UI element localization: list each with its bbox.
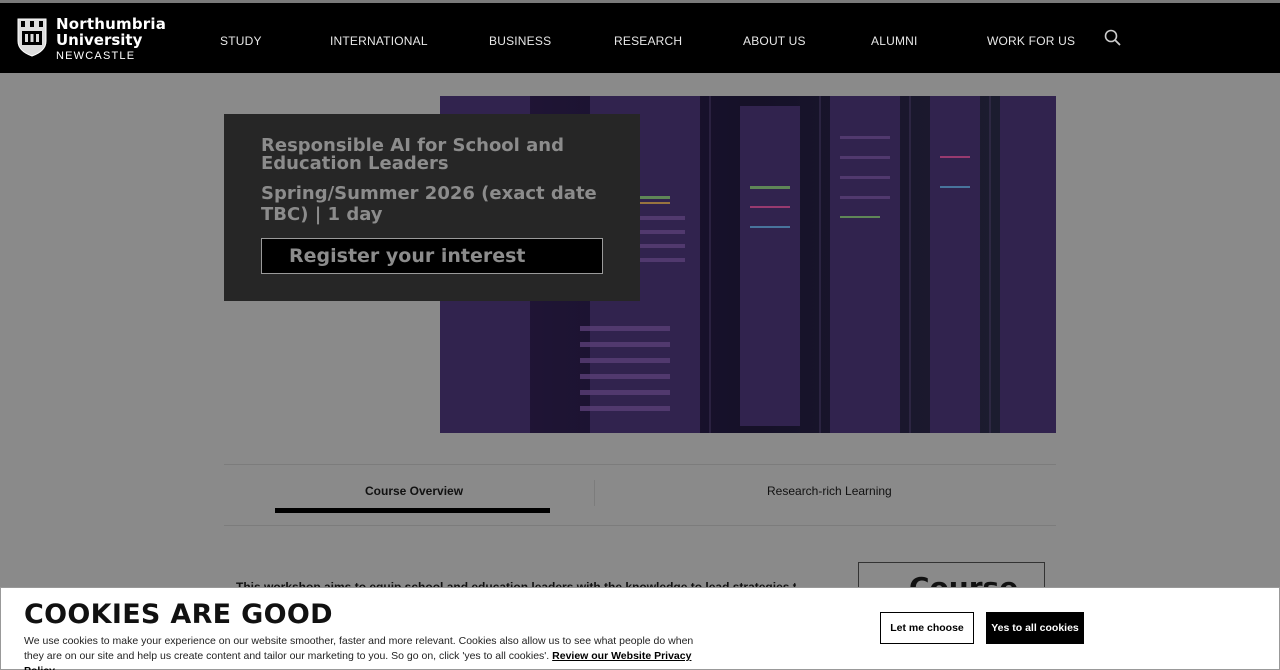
nav-work-for-us[interactable]: WORK FOR US <box>987 34 1075 48</box>
crest-icon <box>17 18 47 57</box>
accept-all-cookies-button[interactable]: Yes to all cookies <box>986 612 1084 644</box>
nav-about-us[interactable]: ABOUT US <box>743 34 806 48</box>
nav-business[interactable]: BUSINESS <box>489 34 551 48</box>
course-date: Spring/Summer 2026 (exact date TBC) | 1 … <box>261 183 597 225</box>
nav-study[interactable]: STUDY <box>220 34 262 48</box>
university-logo[interactable]: Northumbria University NEWCASTLE <box>16 17 166 62</box>
let-me-choose-button[interactable]: Let me choose <box>880 612 974 644</box>
tab-divider <box>594 480 595 506</box>
cookie-title: COOKIES ARE GOOD <box>24 599 333 630</box>
cookie-text-block: We use cookies to make your experience o… <box>24 634 704 670</box>
tab-research-rich-learning[interactable]: Research-rich Learning <box>767 484 892 498</box>
site-header: Northumbria University NEWCASTLE STUDY I… <box>0 3 1280 73</box>
nav-alumni[interactable]: ALUMNI <box>871 34 918 48</box>
logo-line-3: NEWCASTLE <box>56 50 136 62</box>
register-interest-button[interactable]: Register your interest <box>261 238 603 274</box>
nav-international[interactable]: INTERNATIONAL <box>330 34 428 48</box>
logo-line-1: Northumbria <box>56 15 167 33</box>
search-icon[interactable] <box>1103 28 1123 48</box>
logo-line-2: University <box>56 31 143 49</box>
tabs-bottom-border <box>224 525 1056 526</box>
cookie-banner: COOKIES ARE GOOD We use cookies to make … <box>0 587 1280 670</box>
tab-course-overview[interactable]: Course Overview <box>365 484 463 498</box>
nav-research[interactable]: RESEARCH <box>614 34 682 48</box>
hero-card: Responsible AI for School and Education … <box>224 114 640 301</box>
tabs-top-border <box>224 464 1056 465</box>
course-title: Responsible AI for School and Education … <box>261 135 564 174</box>
active-tab-indicator <box>275 508 550 513</box>
